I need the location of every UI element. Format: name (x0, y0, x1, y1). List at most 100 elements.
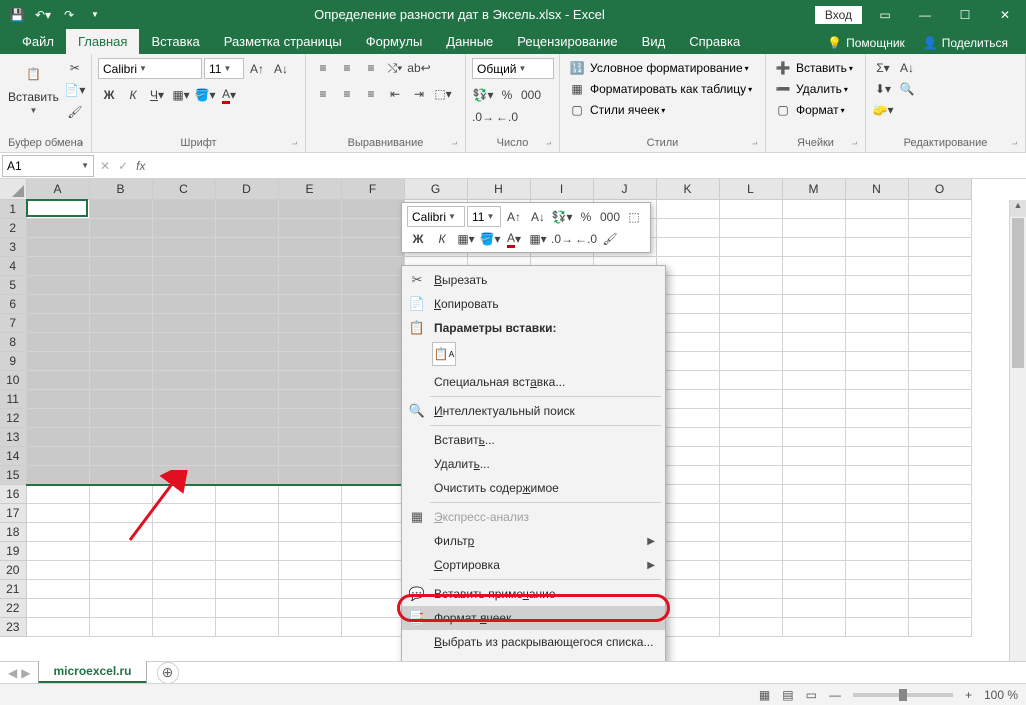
col-header-M[interactable]: M (782, 179, 845, 199)
cell[interactable] (89, 408, 152, 427)
cell[interactable] (782, 332, 845, 351)
cell[interactable] (215, 256, 278, 275)
cell[interactable] (152, 522, 215, 541)
cell[interactable] (89, 294, 152, 313)
cell[interactable] (341, 484, 404, 503)
fill-color-icon[interactable]: 🪣▾ (194, 85, 216, 105)
cm-copy[interactable]: 📄Копировать (402, 292, 665, 316)
row-header-5[interactable]: 5 (0, 275, 26, 294)
cell[interactable] (89, 446, 152, 465)
row-header-19[interactable]: 19 (0, 541, 26, 560)
cell[interactable] (26, 427, 89, 446)
cell[interactable] (26, 446, 89, 465)
cm-insert[interactable]: Вставить... (402, 428, 665, 452)
cell[interactable] (278, 199, 341, 218)
col-header-D[interactable]: D (215, 179, 278, 199)
italic-button[interactable]: К (122, 85, 144, 105)
cell[interactable] (26, 579, 89, 598)
cm-format-cells[interactable]: 📑Формат ячеек... (402, 606, 665, 630)
cell[interactable] (152, 598, 215, 617)
cell[interactable] (152, 351, 215, 370)
cell[interactable] (89, 256, 152, 275)
cell[interactable] (656, 218, 719, 237)
cell[interactable] (278, 313, 341, 332)
cell[interactable] (845, 351, 908, 370)
cell[interactable] (278, 598, 341, 617)
format-cells-button[interactable]: ▢Формат▾ (772, 100, 845, 120)
cell[interactable] (89, 427, 152, 446)
cell[interactable] (845, 370, 908, 389)
cell-styles-button[interactable]: ▢Стили ячеек▾ (566, 100, 665, 120)
row-header-11[interactable]: 11 (0, 389, 26, 408)
cell[interactable] (278, 465, 341, 484)
tab-разметка страницы[interactable]: Разметка страницы (212, 29, 354, 54)
cell[interactable] (89, 370, 152, 389)
cell[interactable] (152, 427, 215, 446)
cell[interactable] (26, 370, 89, 389)
decrease-indent-icon[interactable]: ⇤ (384, 84, 406, 104)
cell[interactable] (908, 199, 971, 218)
vertical-scrollbar[interactable]: ▲ (1009, 200, 1026, 661)
cell[interactable] (152, 370, 215, 389)
row-header-4[interactable]: 4 (0, 256, 26, 275)
cell[interactable] (215, 218, 278, 237)
cell[interactable] (278, 256, 341, 275)
cell[interactable] (908, 579, 971, 598)
zoom-slider[interactable] (853, 693, 953, 697)
cell[interactable] (215, 465, 278, 484)
accept-formula-icon[interactable]: ✓ (118, 159, 128, 173)
cell[interactable] (782, 237, 845, 256)
find-icon[interactable]: 🔍 (896, 79, 918, 99)
orientation-icon[interactable]: ⤭▾ (384, 58, 406, 78)
cell[interactable] (782, 218, 845, 237)
col-header-H[interactable]: H (467, 179, 530, 199)
cell[interactable] (215, 541, 278, 560)
cell[interactable] (908, 408, 971, 427)
cell[interactable] (278, 503, 341, 522)
cell[interactable] (26, 560, 89, 579)
cm-smart-lookup[interactable]: 🔍Интеллектуальный поиск (402, 399, 665, 423)
cell[interactable] (719, 313, 782, 332)
cell[interactable] (908, 427, 971, 446)
zoom-out-button[interactable]: — (829, 688, 841, 702)
qat-more-icon[interactable]: ▼ (86, 6, 104, 24)
cell[interactable] (341, 427, 404, 446)
cell[interactable] (782, 427, 845, 446)
paste-button[interactable]: 📋 Вставить ▼ (6, 58, 61, 117)
cell[interactable] (26, 541, 89, 560)
cell[interactable] (215, 237, 278, 256)
increase-font-icon[interactable]: A↑ (246, 59, 268, 79)
cell[interactable] (215, 275, 278, 294)
col-header-I[interactable]: I (530, 179, 593, 199)
cell[interactable] (89, 275, 152, 294)
cell[interactable] (152, 199, 215, 218)
save-icon[interactable]: 💾 (8, 6, 26, 24)
cell[interactable] (719, 446, 782, 465)
mini-fill-color-icon[interactable]: 🪣▾ (479, 229, 501, 249)
paste-default-icon[interactable]: 📋A (432, 342, 456, 366)
mini-font-color-icon[interactable]: A▾ (503, 229, 525, 249)
align-top-icon[interactable]: ≡ (312, 58, 334, 78)
cell[interactable] (278, 351, 341, 370)
col-header-E[interactable]: E (278, 179, 341, 199)
cell[interactable] (782, 446, 845, 465)
col-header-A[interactable]: A (26, 179, 89, 199)
comma-icon[interactable]: 000 (520, 85, 542, 105)
cell[interactable] (719, 218, 782, 237)
cell[interactable] (908, 275, 971, 294)
cell[interactable] (719, 484, 782, 503)
cell[interactable] (719, 351, 782, 370)
row-header-2[interactable]: 2 (0, 218, 26, 237)
cell[interactable] (215, 579, 278, 598)
cell[interactable] (719, 579, 782, 598)
cell[interactable] (89, 560, 152, 579)
cell[interactable] (278, 617, 341, 636)
clear-icon[interactable]: 🧽▾ (872, 100, 894, 120)
scroll-up-icon[interactable]: ▲ (1010, 200, 1026, 217)
cell[interactable] (719, 370, 782, 389)
tab-рецензирование[interactable]: Рецензирование (505, 29, 629, 54)
signin-button[interactable]: Вход (815, 6, 862, 24)
align-bottom-icon[interactable]: ≡ (360, 58, 382, 78)
cell[interactable] (341, 294, 404, 313)
cell[interactable] (152, 484, 215, 503)
